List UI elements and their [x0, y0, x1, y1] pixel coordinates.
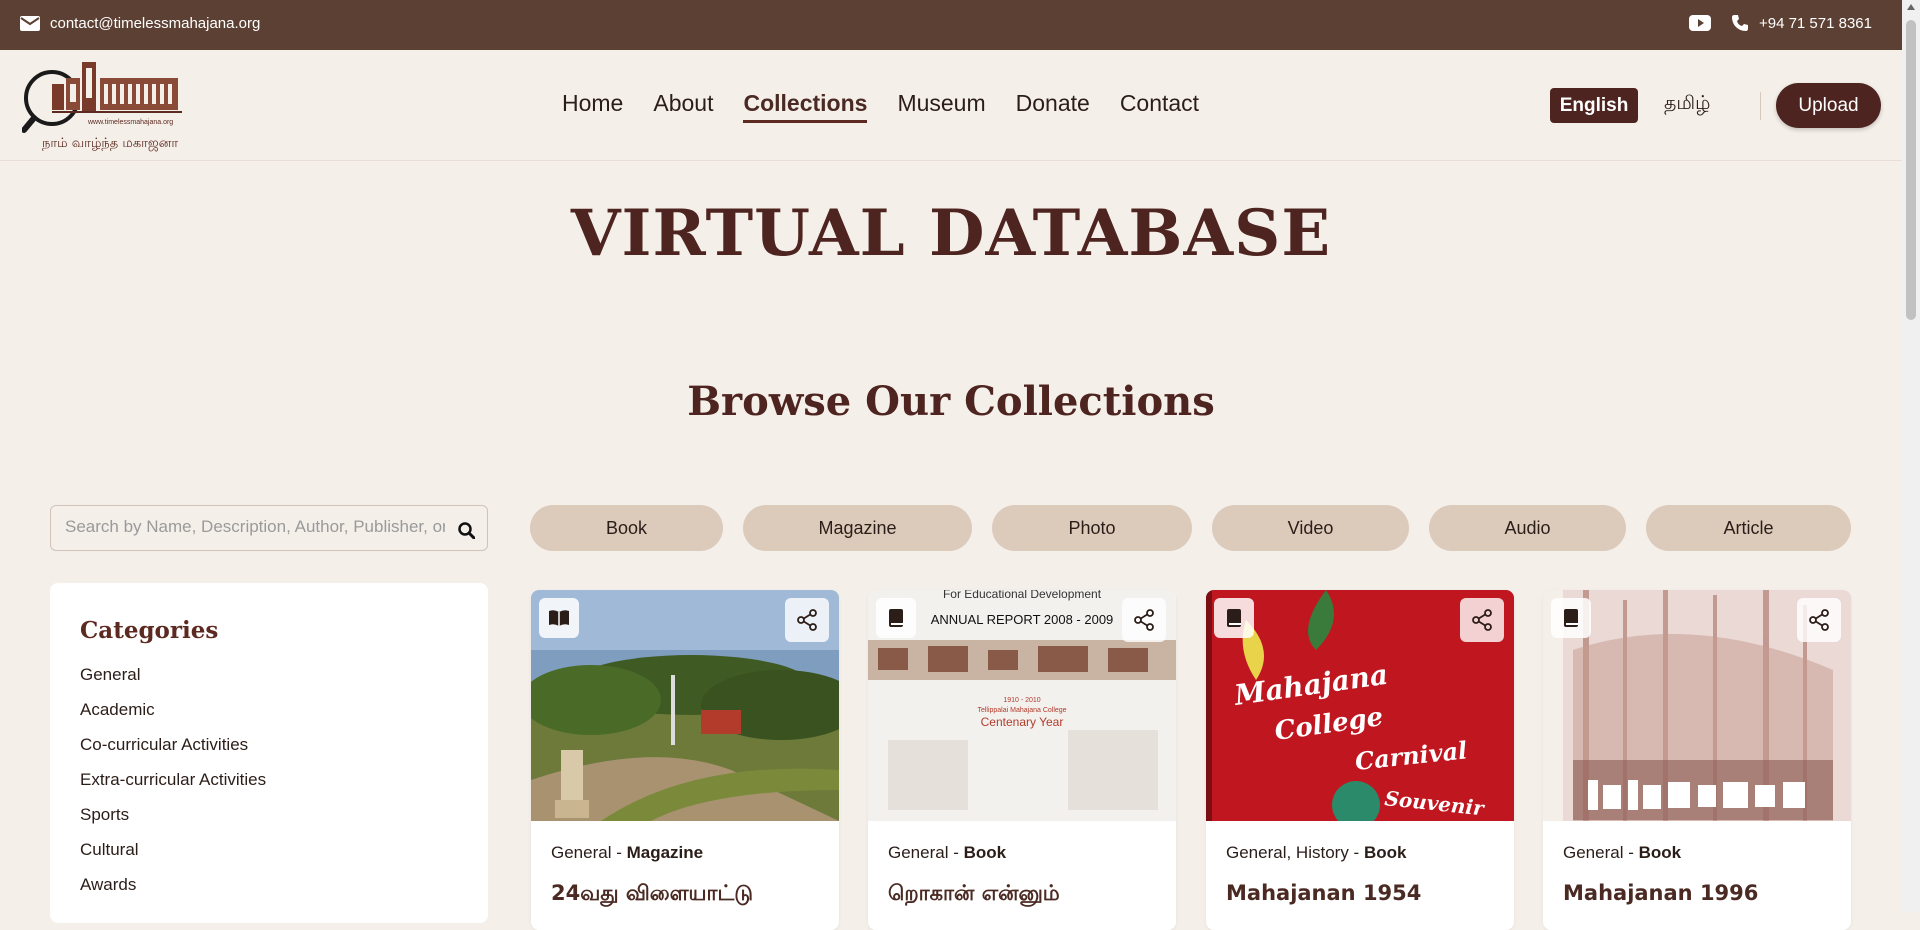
top-contact-bar: contact@timelessmahajana.org +94 71 571 … — [0, 0, 1902, 50]
nav-divider — [1760, 92, 1761, 120]
card-title[interactable]: Mahajanan 1996 — [1563, 878, 1843, 908]
thumbnail-text: For Educational Development — [943, 590, 1102, 601]
thumbnail-text: Tellippalai Mahajana College — [977, 707, 1066, 714]
search-input[interactable] — [63, 516, 447, 538]
category-item[interactable]: Academic — [80, 700, 266, 735]
card-category: General — [1563, 843, 1624, 862]
card-title[interactable]: றொகான் என்னும் — [888, 878, 1168, 908]
search-icon[interactable] — [458, 522, 476, 544]
card-category: General — [888, 843, 949, 862]
collection-card[interactable]: General - Book Mahajanan 1996 — [1543, 590, 1851, 930]
book-icon — [876, 598, 916, 638]
nav-donate[interactable]: Donate — [1016, 90, 1090, 123]
card-thumbnail[interactable]: Mahajana College Carnival Souvenir — [1206, 590, 1514, 821]
categories-title: Categories — [80, 617, 219, 644]
collection-card[interactable]: General - Magazine 24வது விளையாட்டு — [531, 590, 839, 930]
nav-museum[interactable]: Museum — [897, 90, 985, 123]
thumbnail-text: Centenary Year — [981, 715, 1064, 729]
main-navbar: www.timelessmahajana.org நாம் வாழ்ந்த மக… — [0, 50, 1902, 161]
category-item[interactable]: Awards — [80, 875, 266, 910]
scrollbar-thumb[interactable] — [1906, 20, 1916, 320]
lang-tamil-button[interactable]: தமிழ் — [1664, 92, 1710, 117]
categories-list: General Academic Co-curricular Activitie… — [80, 665, 266, 910]
logo-tagline: நாம் வாழ்ந்த மகாஜனா — [42, 136, 179, 151]
card-title[interactable]: 24வது விளையாட்டு — [551, 878, 831, 908]
nav-contact[interactable]: Contact — [1120, 90, 1199, 123]
card-title[interactable]: Mahajanan 1954 — [1226, 878, 1506, 908]
category-item[interactable]: Extra-curricular Activities — [80, 770, 266, 805]
open-book-icon — [539, 598, 579, 638]
share-icon[interactable] — [1797, 598, 1841, 642]
filter-book-button[interactable]: Book — [530, 505, 723, 551]
card-thumbnail[interactable] — [531, 590, 839, 821]
filter-magazine-button[interactable]: Magazine — [743, 505, 972, 551]
card-thumbnail[interactable]: For Educational Development ANNUAL REPOR… — [868, 590, 1176, 821]
nav-home[interactable]: Home — [562, 90, 623, 123]
card-thumbnail[interactable] — [1543, 590, 1851, 821]
logo-url-text: www.timelessmahajana.org — [87, 119, 173, 126]
category-item[interactable]: General — [80, 665, 266, 700]
card-meta: General - Book — [1563, 843, 1682, 862]
category-item[interactable]: Cultural — [80, 840, 266, 875]
phone-icon — [1731, 14, 1749, 32]
upload-button[interactable]: Upload — [1776, 83, 1881, 128]
page-scrollbar[interactable] — [1902, 0, 1920, 912]
scroll-up-icon[interactable] — [1907, 4, 1915, 10]
share-icon[interactable] — [1122, 598, 1166, 642]
filter-audio-button[interactable]: Audio — [1429, 505, 1626, 551]
nav-collections[interactable]: Collections — [743, 90, 868, 123]
collection-card[interactable]: Mahajana College Carnival Souvenir Gener… — [1206, 590, 1514, 930]
thumbnail-text: ANNUAL REPORT 2008 - 2009 — [931, 612, 1114, 627]
filter-video-button[interactable]: Video — [1212, 505, 1409, 551]
section-title: Browse Our Collections — [687, 378, 1215, 425]
email-text[interactable]: contact@timelessmahajana.org — [50, 15, 260, 32]
card-meta: General, History - Book — [1226, 843, 1407, 862]
youtube-icon[interactable] — [1688, 15, 1711, 31]
phone-text: +94 71 571 8361 — [1758, 14, 1872, 32]
card-category: General — [551, 843, 612, 862]
card-type: Book — [1638, 843, 1682, 862]
collection-card[interactable]: For Educational Development ANNUAL REPOR… — [868, 590, 1176, 930]
lang-english-button[interactable]: English — [1550, 88, 1638, 123]
filter-photo-button[interactable]: Photo — [992, 505, 1192, 551]
primary-nav: Home About Collections Museum Donate Con… — [562, 90, 1199, 123]
book-icon — [1551, 598, 1591, 638]
filter-article-button[interactable]: Article — [1646, 505, 1851, 551]
card-type: Book — [1363, 843, 1407, 862]
email-contact[interactable]: contact@timelessmahajana.org — [20, 15, 260, 32]
site-logo[interactable]: www.timelessmahajana.org நாம் வாழ்ந்த மக… — [21, 56, 190, 151]
card-type: Magazine — [626, 843, 704, 862]
category-item[interactable]: Sports — [80, 805, 266, 840]
page-title: VIRTUAL DATABASE — [570, 196, 1332, 271]
category-item[interactable]: Co-curricular Activities — [80, 735, 266, 770]
nav-about[interactable]: About — [653, 90, 713, 123]
card-category: General, History — [1226, 843, 1349, 862]
phone-contact[interactable]: +94 71 571 8361 — [1731, 14, 1872, 32]
thumbnail-text: 1910 - 2010 — [1003, 697, 1040, 704]
card-meta: General - Book — [888, 843, 1007, 862]
card-meta: General - Magazine — [551, 843, 704, 862]
categories-panel: Categories General Academic Co-curricula… — [50, 583, 488, 923]
card-type: Book — [963, 843, 1007, 862]
book-icon — [1214, 598, 1254, 638]
search-box — [50, 505, 488, 551]
share-icon[interactable] — [785, 598, 829, 642]
share-icon[interactable] — [1460, 598, 1504, 642]
envelope-icon — [20, 16, 40, 31]
